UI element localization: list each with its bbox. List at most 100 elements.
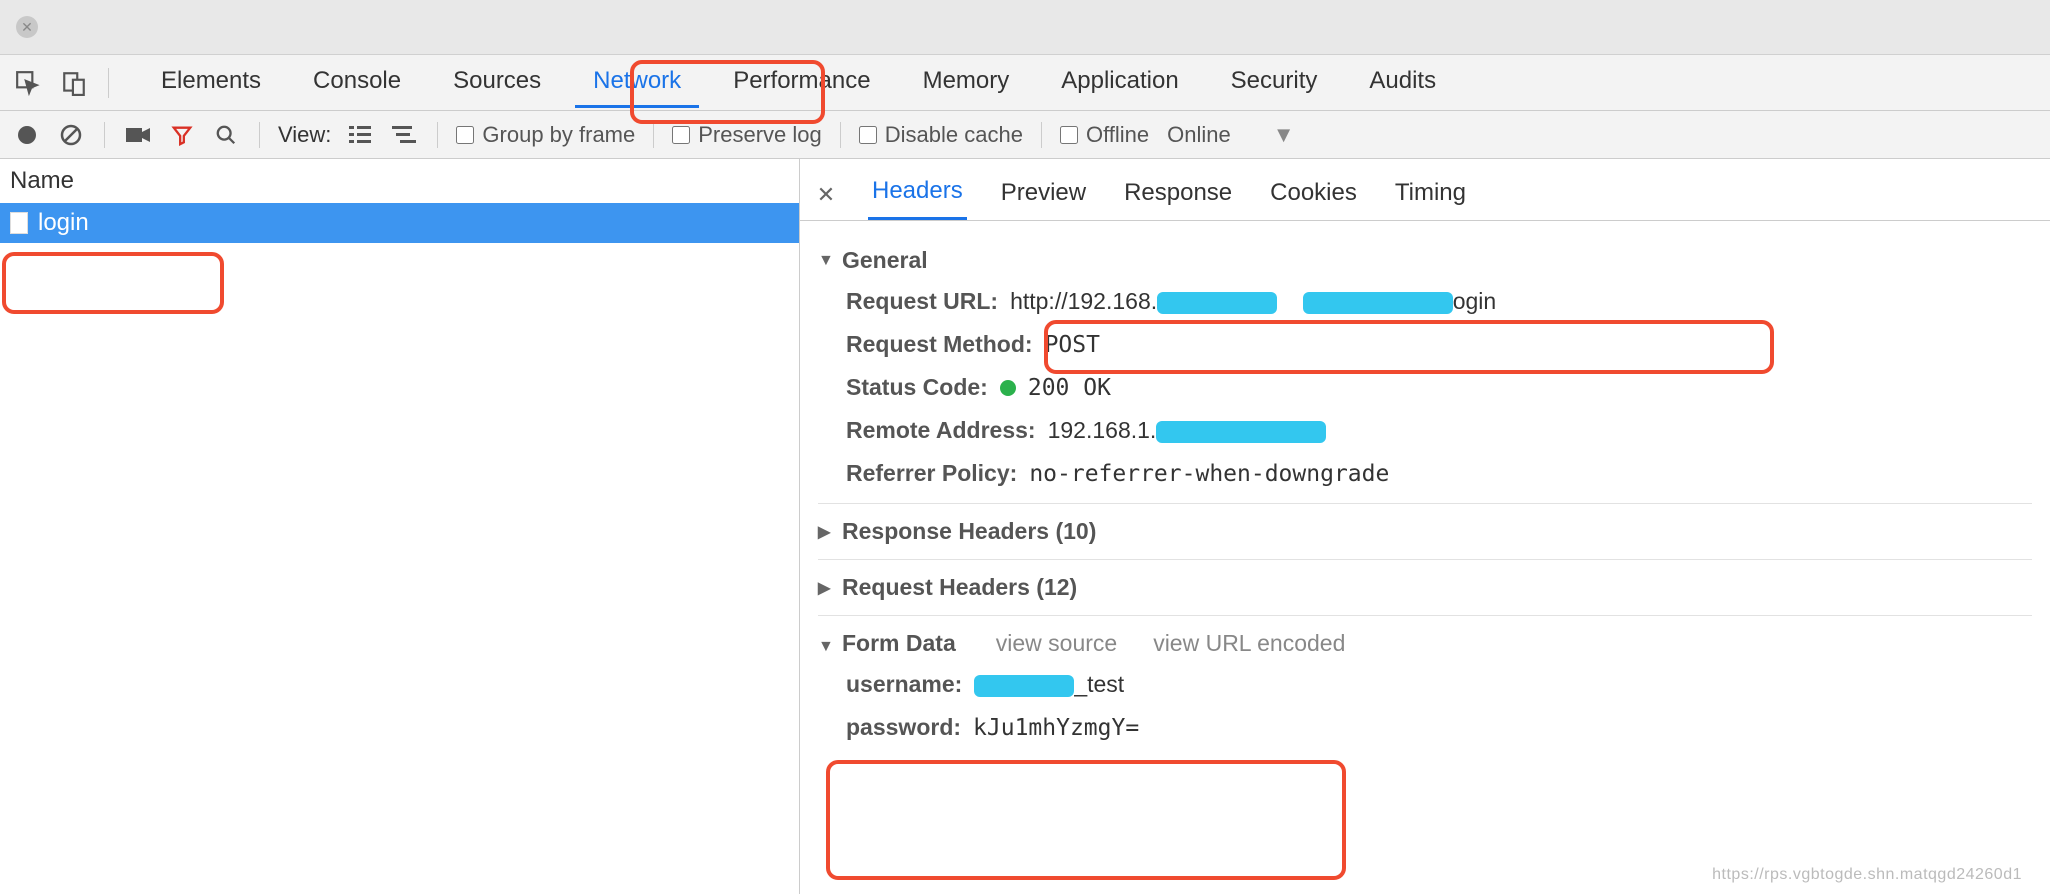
close-icon: ✕ [21,19,33,36]
group-by-frame-checkbox[interactable] [456,126,474,144]
request-detail-panel: ✕ Headers Preview Response Cookies Timin… [800,159,2050,894]
row-remote-address: Remote Address: 192.168.1. [846,409,2032,452]
request-method-label: Request Method: [846,331,1033,358]
triangle-right-icon: ▶ [818,578,832,598]
separator [437,122,438,148]
request-url-prefix: http://192.168. [1010,288,1157,314]
throttling-select[interactable]: Online [1167,122,1231,148]
row-referrer-policy: Referrer Policy: no-referrer-when-downgr… [846,452,2032,495]
request-name: login [38,209,89,237]
row-username: username: _test [846,663,2032,706]
detail-tab-timing[interactable]: Timing [1391,171,1470,219]
status-code-label: Status Code: [846,374,988,401]
tab-elements[interactable]: Elements [135,55,287,111]
username-suffix: _test [1074,671,1124,697]
row-status-code: Status Code: 200 OK [846,366,2032,409]
view-url-encoded-link[interactable]: view URL encoded [1153,630,1345,657]
request-url-value: http://192.168. ogin [1010,288,1496,315]
tab-sources[interactable]: Sources [427,55,567,111]
tab-audits[interactable]: Audits [1343,55,1462,111]
request-method-value: POST [1045,332,1100,358]
username-label: username: [846,671,962,698]
section-request-headers: ▶ Request Headers (12) [818,560,2032,616]
tab-network[interactable]: Network [567,55,707,111]
offline-label: Offline [1086,122,1149,148]
username-value: _test [974,671,1124,698]
triangle-down-icon: ▼ [818,638,832,656]
redacted-segment [1157,292,1277,314]
section-general: ▼ General Request URL: http://192.168. o… [818,233,2032,504]
separator [259,122,260,148]
name-column-header[interactable]: Name [0,159,799,203]
request-url-label: Request URL: [846,288,998,315]
section-request-headers-header[interactable]: ▶ Request Headers (12) [818,568,2032,607]
close-detail-button[interactable]: ✕ [814,182,838,208]
section-general-title: General [842,247,928,274]
view-source-link[interactable]: view source [996,630,1117,657]
section-form-data-header[interactable]: ▼ Form Data view source view URL encoded [818,624,2032,663]
view-label: View: [278,122,331,148]
tab-console[interactable]: Console [287,55,427,111]
waterfall-view-icon[interactable] [389,126,419,144]
document-icon [10,212,28,234]
window-close-button[interactable]: ✕ [16,16,38,38]
chevron-down-icon[interactable]: ▼ [1273,122,1295,148]
request-headers-title: Request Headers (12) [842,574,1077,601]
tab-security[interactable]: Security [1205,55,1344,111]
separator [1041,122,1042,148]
remote-address-value: 192.168.1. [1048,417,1327,444]
row-password: password: kJu1mhYzmgY= [846,706,2032,749]
referrer-policy-label: Referrer Policy: [846,460,1017,487]
device-toggle-icon[interactable] [56,65,92,101]
separator [653,122,654,148]
preserve-log-label: Preserve log [698,122,822,148]
referrer-policy-value: no-referrer-when-downgrade [1029,461,1389,487]
section-response-headers-header[interactable]: ▶ Response Headers (10) [818,512,2032,551]
separator [108,68,109,98]
row-request-method: Request Method: POST [846,323,2032,366]
separator [840,122,841,148]
tab-memory[interactable]: Memory [897,55,1036,111]
search-icon[interactable] [211,124,241,146]
inspect-element-icon[interactable] [10,65,46,101]
password-label: password: [846,714,961,741]
record-icon[interactable] [12,125,42,145]
titlebar: ✕ [0,0,2050,55]
watermark: https://rps.vgbtogde.shn.matqgd24260d1 [1712,866,2022,884]
request-url-suffix: ogin [1453,288,1496,314]
network-toolbar: View: Group by frame Preserve log Disabl… [0,111,2050,159]
remote-address-label: Remote Address: [846,417,1036,444]
tab-performance[interactable]: Performance [707,55,896,111]
redacted-segment [1156,421,1326,443]
request-row[interactable]: login [0,203,799,243]
detail-tab-headers[interactable]: Headers [868,169,967,220]
triangle-down-icon: ▼ [818,252,832,270]
disable-cache-checkbox[interactable] [859,126,877,144]
triangle-right-icon: ▶ [818,522,832,542]
clear-icon[interactable] [56,123,86,147]
row-request-url: Request URL: http://192.168. ogin [846,280,2032,323]
separator [104,122,105,148]
preserve-log-checkbox[interactable] [672,126,690,144]
camera-icon[interactable] [123,126,153,144]
remote-address-prefix: 192.168.1. [1048,417,1157,443]
status-code-value: 200 OK [1028,375,1111,401]
redacted-segment [974,675,1074,697]
group-by-frame-label: Group by frame [482,122,635,148]
request-list-panel: Name login [0,159,800,894]
devtools-tabbar: Elements Console Sources Network Perform… [0,55,2050,111]
offline-checkbox[interactable] [1060,126,1078,144]
form-data-title: Form Data [842,630,956,657]
list-view-icon[interactable] [345,126,375,144]
detail-tab-cookies[interactable]: Cookies [1266,171,1361,219]
password-value: kJu1mhYzmgY= [973,715,1139,741]
disable-cache-label: Disable cache [885,122,1023,148]
section-form-data: ▼ Form Data view source view URL encoded… [818,616,2032,757]
response-headers-title: Response Headers (10) [842,518,1096,545]
tab-application[interactable]: Application [1035,55,1204,111]
section-general-header[interactable]: ▼ General [818,241,2032,280]
detail-tab-preview[interactable]: Preview [997,171,1090,219]
detail-tab-response[interactable]: Response [1120,171,1236,219]
filter-icon[interactable] [167,124,197,146]
status-dot-icon [1000,380,1016,396]
